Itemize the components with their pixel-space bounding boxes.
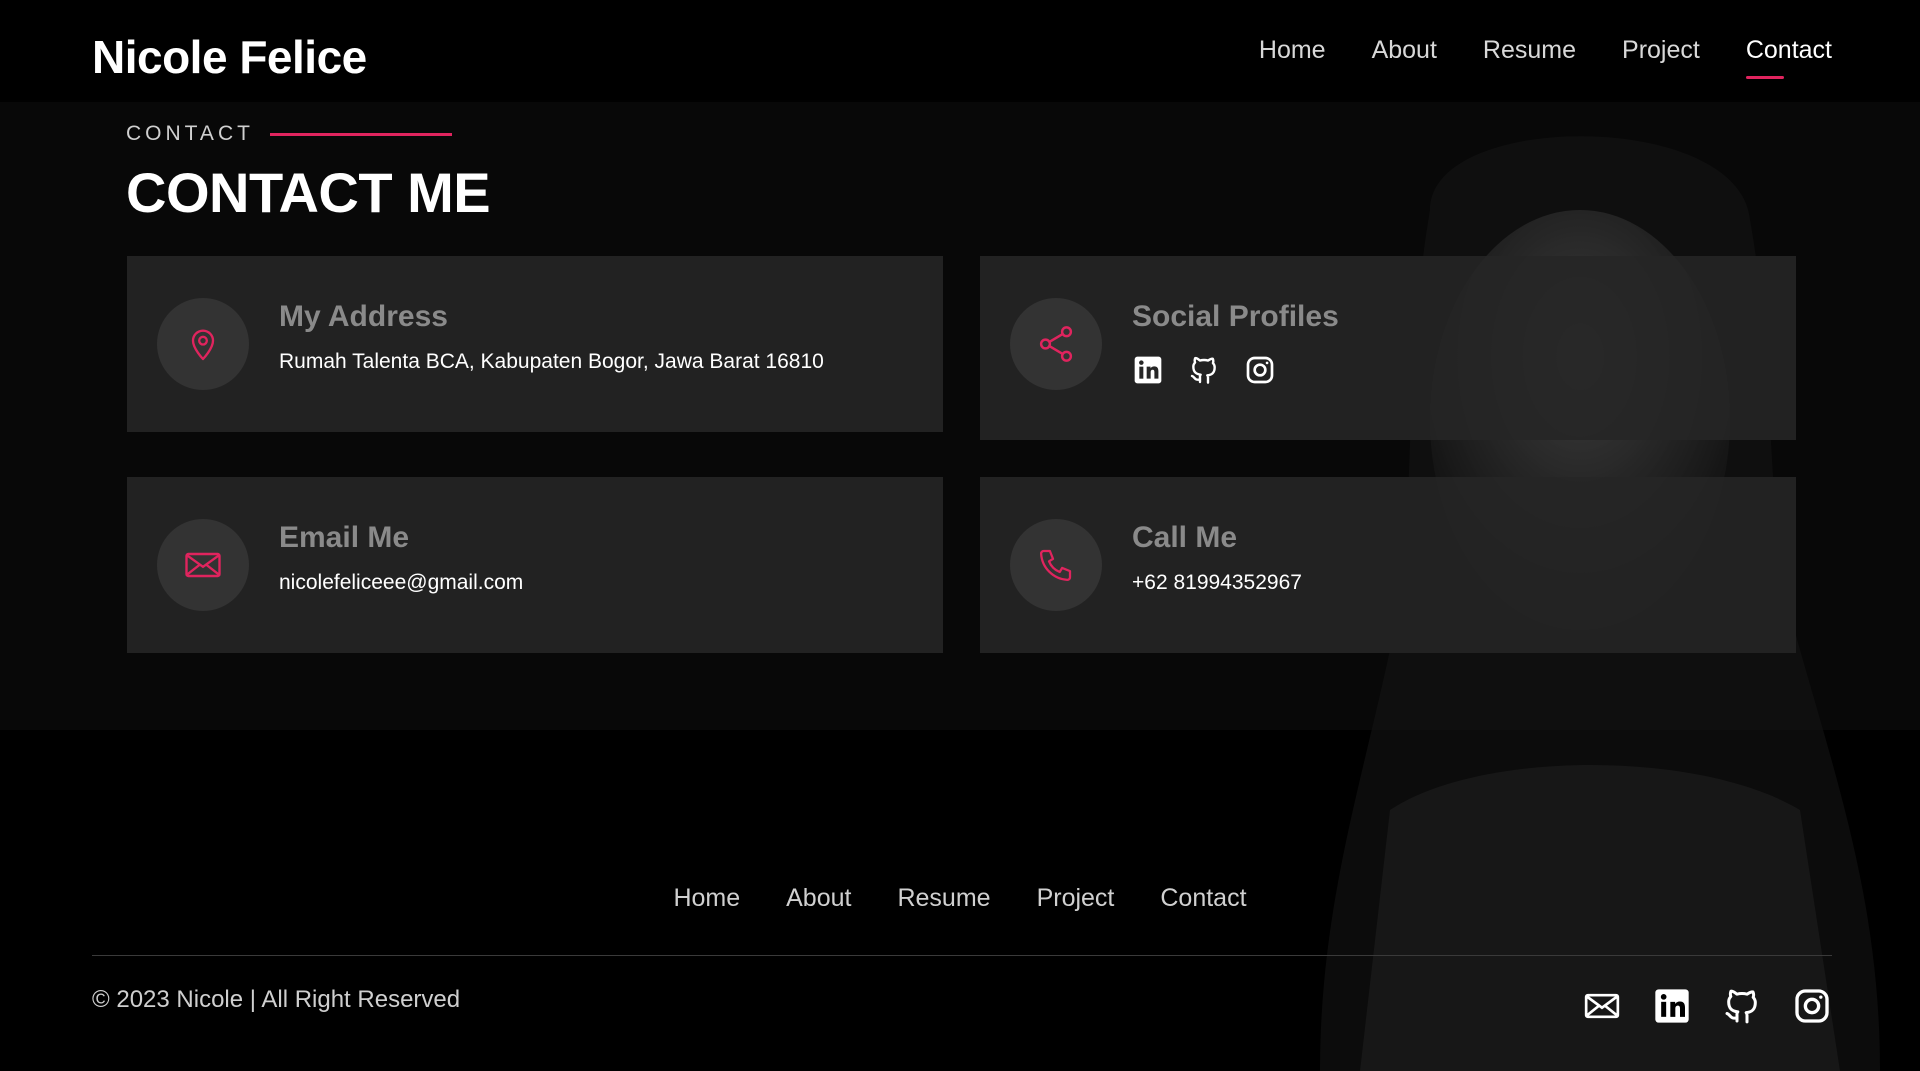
- brand-logo[interactable]: Nicole Felice: [92, 30, 367, 84]
- section-eyebrow: CONTACT: [126, 122, 452, 146]
- footer-social-links: [1582, 986, 1832, 1026]
- nav-project[interactable]: Project: [1622, 36, 1700, 65]
- footer-divider: [92, 955, 1832, 956]
- footer-nav: Home About Resume Project Contact: [0, 884, 1920, 913]
- footer-nav-resume[interactable]: Resume: [897, 884, 990, 913]
- footer-nav-home[interactable]: Home: [673, 884, 740, 913]
- github-icon[interactable]: [1188, 354, 1220, 386]
- nav-home[interactable]: Home: [1259, 36, 1326, 65]
- instagram-icon[interactable]: [1792, 986, 1832, 1026]
- address-text: Rumah Talenta BCA, Kabupaten Bogor, Jawa…: [279, 350, 824, 373]
- nav-about[interactable]: About: [1372, 36, 1437, 65]
- address-card: My Address Rumah Talenta BCA, Kabupaten …: [127, 256, 943, 432]
- phone-title: Call Me: [1132, 521, 1238, 554]
- social-card: Social Profiles: [980, 256, 1796, 440]
- address-title: My Address: [279, 300, 448, 333]
- copyright-text: © 2023 Nicole | All Right Reserved: [92, 986, 461, 1013]
- linkedin-icon[interactable]: [1652, 986, 1692, 1026]
- map-pin-icon: [157, 298, 249, 390]
- email-title: Email Me: [279, 521, 410, 554]
- phone-text[interactable]: +62 81994352967: [1132, 571, 1302, 595]
- main-nav: Home About Resume Project Contact: [1259, 36, 1832, 79]
- top-navbar: Nicole Felice Home About Resume Project …: [0, 0, 1920, 102]
- social-links: [1132, 354, 1276, 386]
- eyebrow-underline: [269, 132, 452, 136]
- nav-resume[interactable]: Resume: [1483, 36, 1576, 65]
- instagram-icon[interactable]: [1244, 354, 1276, 386]
- email-text[interactable]: nicolefeliceee@gmail.com: [279, 571, 523, 595]
- footer-nav-about[interactable]: About: [786, 884, 851, 913]
- social-title: Social Profiles: [1132, 300, 1339, 333]
- page-title: CONTACT ME: [126, 161, 491, 224]
- phone-card: Call Me +62 81994352967: [980, 477, 1796, 653]
- envelope-icon[interactable]: [1582, 986, 1622, 1026]
- envelope-icon: [157, 519, 249, 611]
- share-icon: [1010, 298, 1102, 390]
- email-card: Email Me nicolefeliceee@gmail.com: [127, 477, 943, 653]
- footer-nav-project[interactable]: Project: [1037, 884, 1115, 913]
- footer-nav-contact[interactable]: Contact: [1160, 884, 1246, 913]
- linkedin-icon[interactable]: [1132, 354, 1164, 386]
- eyebrow-label: CONTACT: [126, 122, 254, 145]
- phone-icon: [1010, 519, 1102, 611]
- nav-contact[interactable]: Contact: [1745, 36, 1832, 79]
- github-icon[interactable]: [1722, 986, 1762, 1026]
